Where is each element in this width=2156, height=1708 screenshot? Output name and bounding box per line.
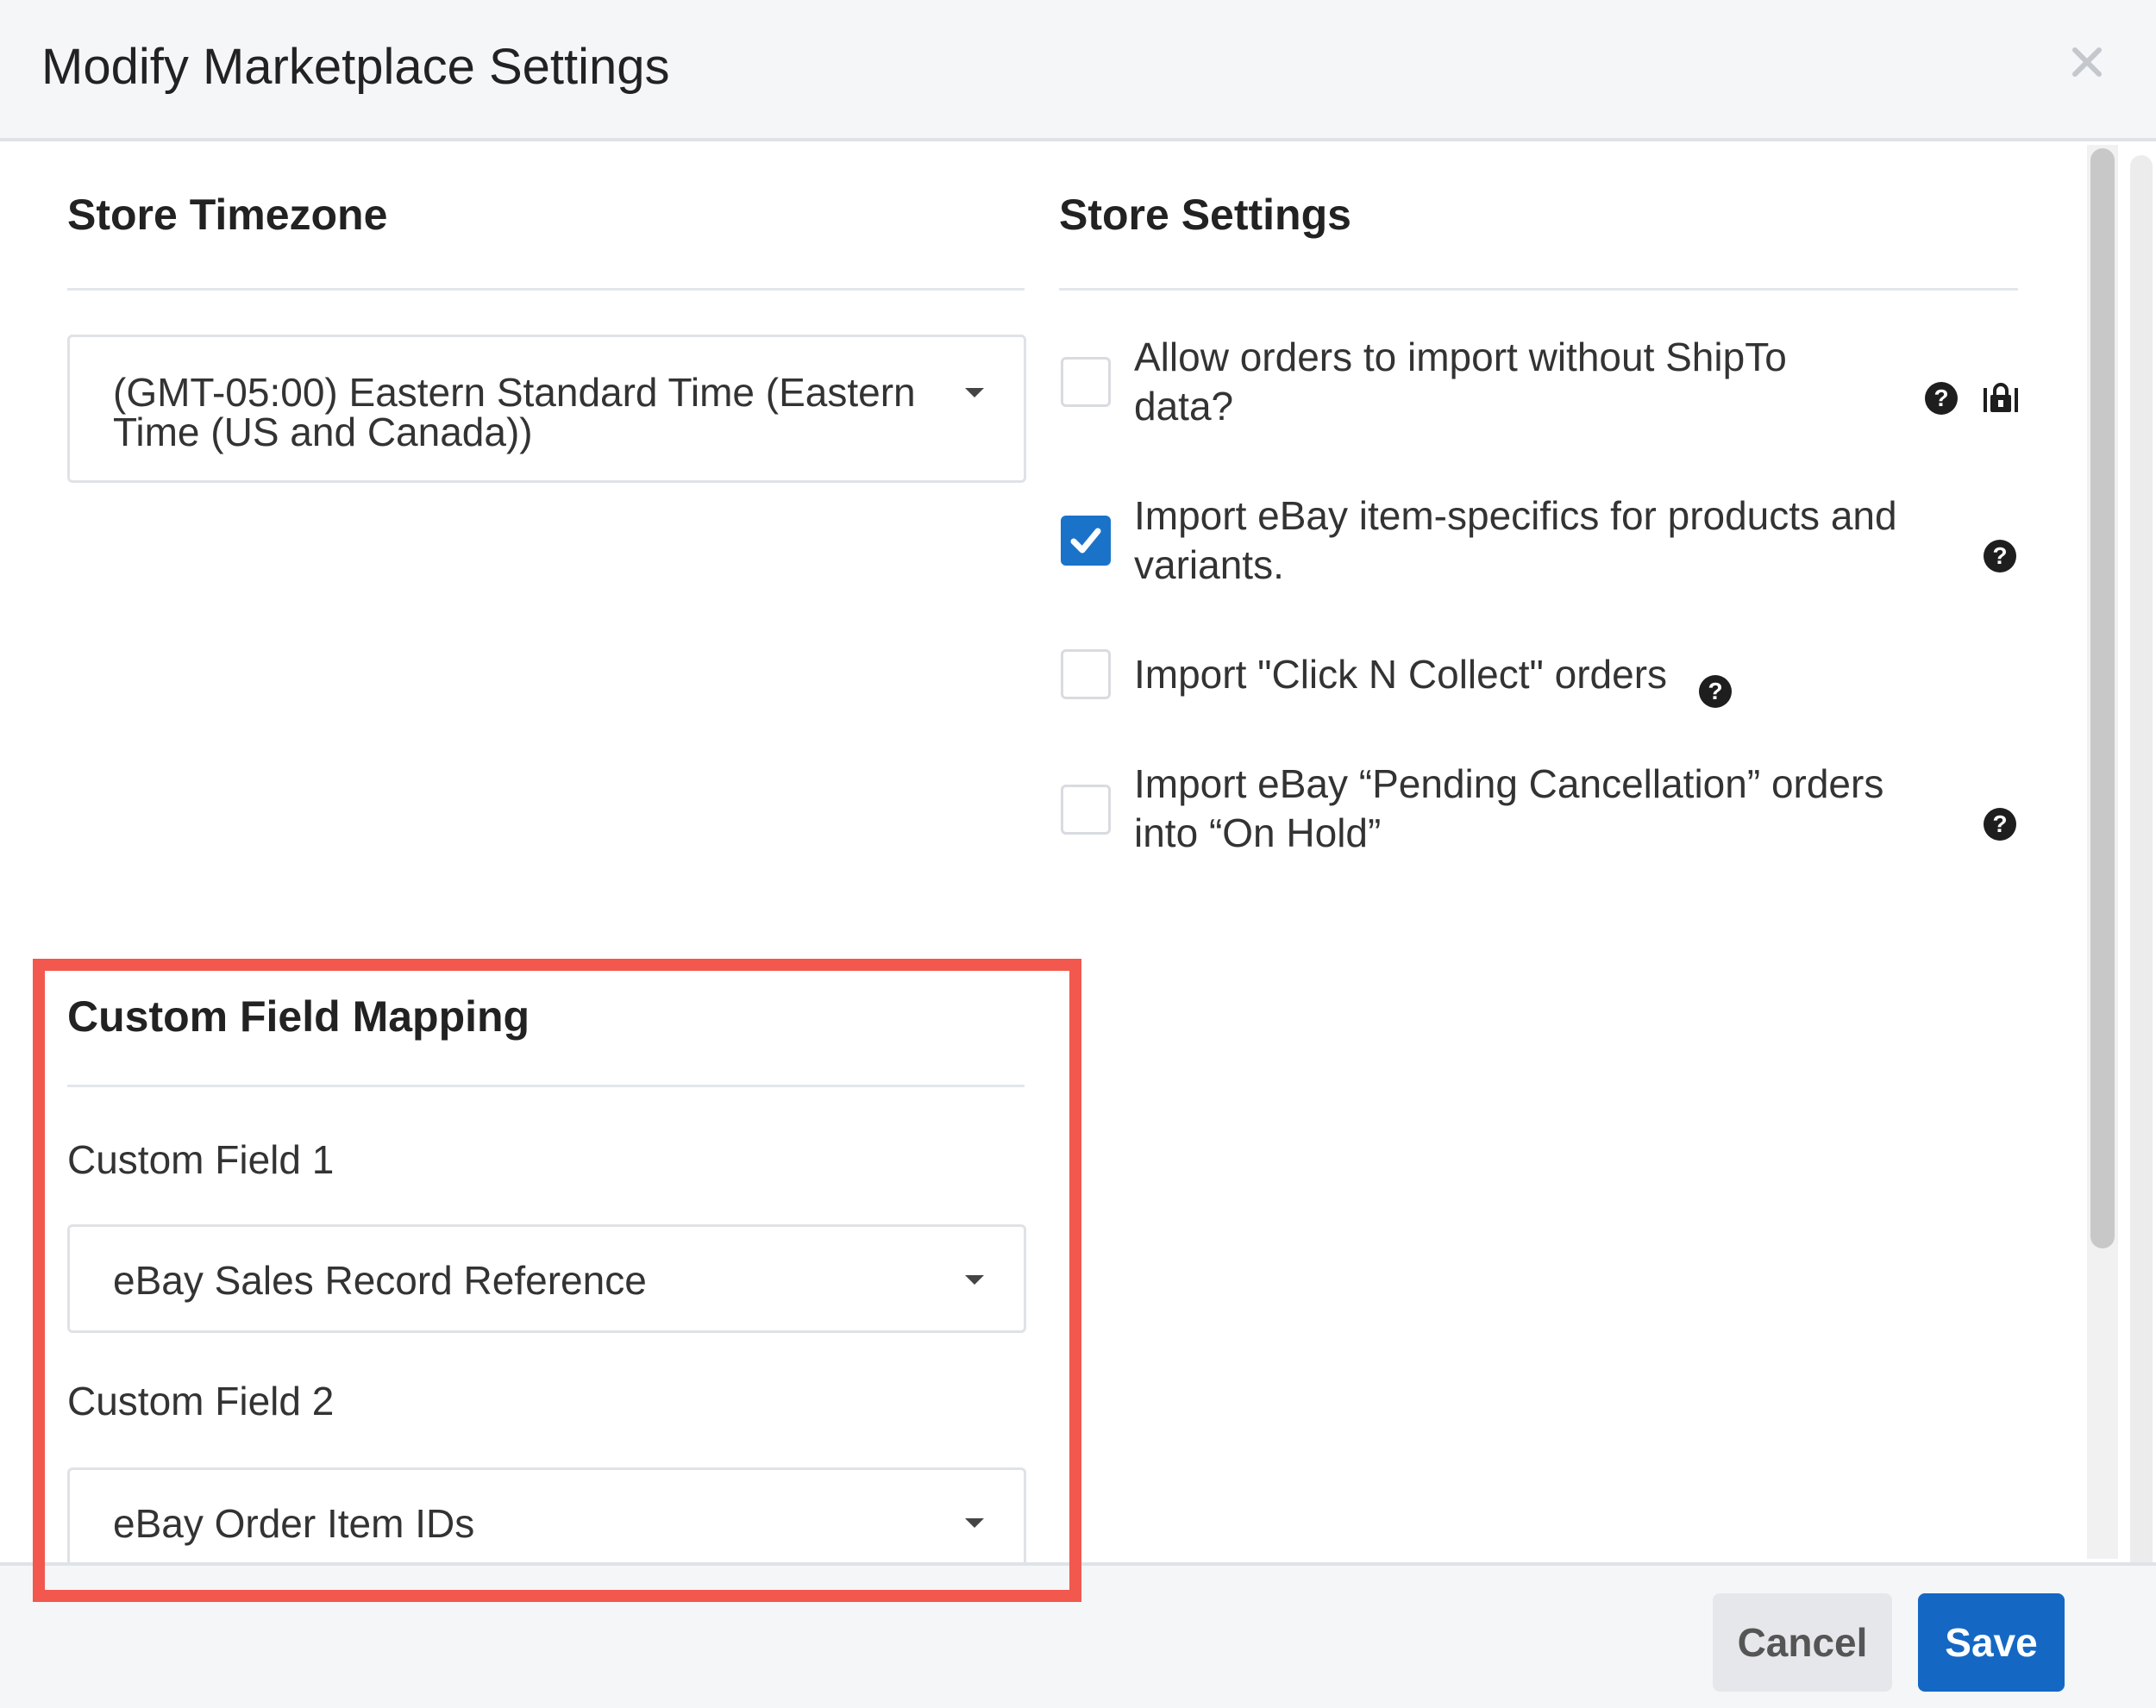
divider bbox=[67, 1085, 1025, 1087]
scrollbar-thumb[interactable] bbox=[2090, 148, 2115, 1248]
chevron-down-icon bbox=[965, 388, 984, 397]
custom-field-2-value: eBay Order Item IDs bbox=[113, 1501, 475, 1546]
custom-field-1-label: Custom Field 1 bbox=[67, 1137, 335, 1182]
modal-header: Modify Marketplace Settings bbox=[0, 0, 2156, 141]
help-icon[interactable]: ? bbox=[1925, 382, 1958, 415]
import-click-n-collect-label: Import "Click N Collect" orders bbox=[1134, 652, 1668, 697]
import-pending-cancellation-checkbox[interactable] bbox=[1061, 785, 1111, 835]
help-icon[interactable]: ? bbox=[1984, 808, 2016, 841]
store-settings-heading: Store Settings bbox=[1059, 191, 1351, 239]
checkmark-icon bbox=[1070, 528, 1101, 554]
custom-field-1-value: eBay Sales Record Reference bbox=[113, 1258, 647, 1303]
close-icon[interactable] bbox=[2066, 41, 2108, 83]
custom-field-1-select[interactable]: eBay Sales Record Reference bbox=[67, 1224, 1026, 1333]
import-pending-cancellation-label: Import eBay “Pending Cancellation” order… bbox=[1134, 761, 1884, 855]
import-item-specifics-checkbox[interactable] bbox=[1061, 516, 1111, 566]
import-item-specifics-label: Import eBay item-specifics for products … bbox=[1134, 493, 1897, 587]
timezone-select-line2: Time (US and Canada)) bbox=[113, 410, 533, 454]
timezone-select-line1: (GMT-05:00) Eastern Standard Time (Easte… bbox=[113, 370, 916, 415]
import-click-n-collect-checkbox[interactable] bbox=[1061, 649, 1111, 699]
help-icon[interactable]: ? bbox=[1984, 540, 2016, 572]
chevron-down-icon bbox=[965, 1275, 984, 1285]
help-icon[interactable]: ? bbox=[1699, 675, 1732, 708]
timezone-select[interactable]: (GMT-05:00) Eastern Standard Time (Easte… bbox=[67, 335, 1026, 483]
custom-field-mapping-heading: Custom Field Mapping bbox=[67, 992, 530, 1041]
divider bbox=[1059, 288, 2018, 291]
divider bbox=[67, 288, 1025, 291]
custom-field-2-label: Custom Field 2 bbox=[67, 1379, 335, 1423]
save-button[interactable]: Save bbox=[1918, 1593, 2065, 1692]
outer-scrollbar[interactable] bbox=[2130, 155, 2153, 1690]
lock-icon[interactable] bbox=[1982, 379, 2020, 417]
allow-no-shipto-checkbox[interactable] bbox=[1061, 357, 1111, 407]
custom-field-2-select[interactable]: eBay Order Item IDs bbox=[67, 1467, 1026, 1576]
chevron-down-icon bbox=[965, 1518, 984, 1528]
store-timezone-heading: Store Timezone bbox=[67, 191, 388, 239]
cancel-button[interactable]: Cancel bbox=[1713, 1593, 1892, 1692]
modal-title: Modify Marketplace Settings bbox=[41, 39, 670, 95]
allow-no-shipto-label: Allow orders to import without ShipTo da… bbox=[1134, 335, 1787, 429]
